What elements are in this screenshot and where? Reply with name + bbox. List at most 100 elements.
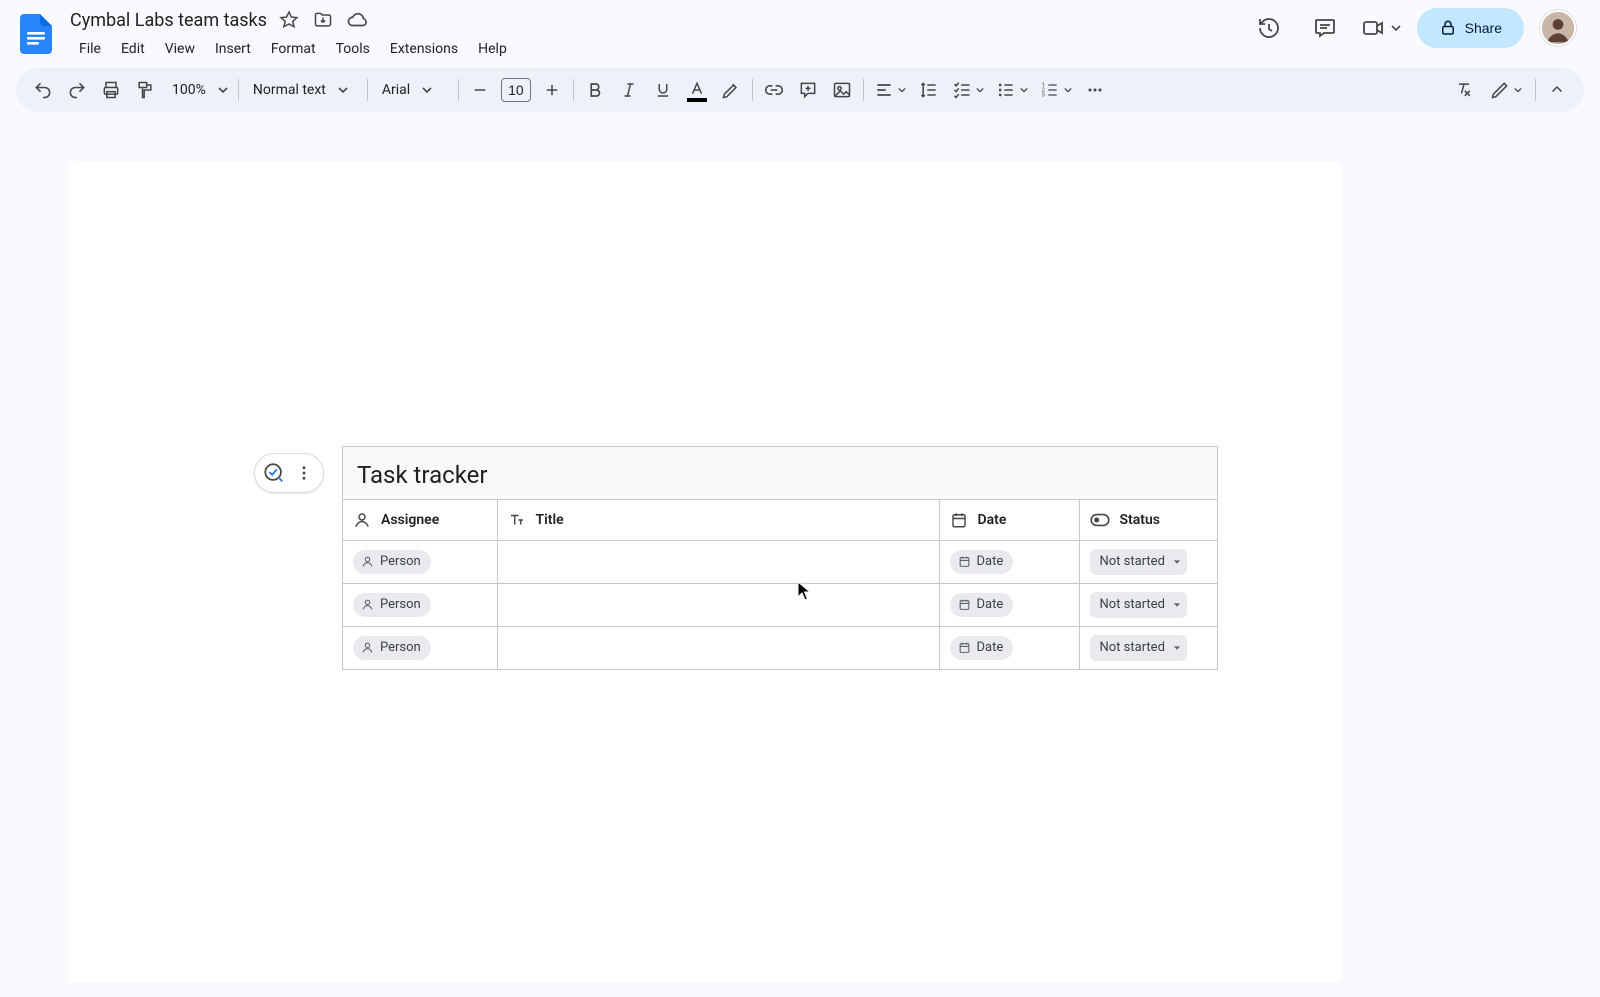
format-toolbar: 100% Normal text Arial 123 [16, 68, 1584, 112]
menu-help[interactable]: Help [469, 37, 516, 61]
chevron-down-icon [1020, 86, 1028, 94]
status-cell[interactable]: Not started [1079, 626, 1217, 669]
date-chip[interactable]: Date [950, 593, 1014, 617]
person-chip[interactable]: Person [353, 593, 431, 617]
title-cell[interactable] [497, 583, 939, 626]
date-chip[interactable]: Date [950, 636, 1014, 660]
chevron-down-icon [338, 85, 348, 95]
block-controls [254, 453, 324, 493]
line-spacing-button[interactable] [912, 73, 946, 107]
document-canvas: Task tracker Assignee Title [0, 112, 1600, 982]
menu-tools[interactable]: Tools [327, 37, 379, 61]
increase-font-size-button[interactable] [535, 73, 569, 107]
menu-insert[interactable]: Insert [206, 37, 260, 61]
comments-icon[interactable] [1305, 8, 1345, 48]
paint-format-button[interactable] [128, 73, 162, 107]
numbered-list-button[interactable]: 123 [1034, 73, 1078, 107]
menu-extensions[interactable]: Extensions [381, 37, 467, 61]
date-cell[interactable]: Date [939, 626, 1079, 669]
column-header-date[interactable]: Date [939, 500, 1079, 540]
status-chip-label: Not started [1100, 640, 1165, 655]
menu-file[interactable]: File [70, 37, 110, 61]
chevron-down-icon [1173, 601, 1181, 609]
paragraph-style-value: Normal text [253, 82, 326, 98]
clear-formatting-button[interactable] [1447, 73, 1481, 107]
column-header-assignee[interactable]: Assignee [343, 500, 497, 540]
chevron-down-icon [898, 86, 906, 94]
bold-button[interactable] [578, 73, 612, 107]
status-cell[interactable]: Not started [1079, 540, 1217, 583]
column-header-title[interactable]: Title [497, 500, 939, 540]
checklist-button[interactable] [946, 73, 990, 107]
title-cell[interactable] [497, 540, 939, 583]
person-chip-label: Person [380, 597, 421, 612]
add-comment-button[interactable] [791, 73, 825, 107]
share-button[interactable]: Share [1417, 8, 1524, 48]
insert-image-button[interactable] [825, 73, 859, 107]
date-chip[interactable]: Date [950, 550, 1014, 574]
chevron-down-icon [1514, 86, 1522, 94]
editing-mode-button[interactable] [1481, 73, 1531, 107]
status-cell[interactable]: Not started [1079, 583, 1217, 626]
lock-icon [1439, 19, 1457, 37]
account-avatar[interactable] [1540, 10, 1576, 46]
status-chip[interactable]: Not started [1090, 549, 1187, 575]
collapse-toolbar-button[interactable] [1540, 73, 1574, 107]
date-cell[interactable]: Date [939, 540, 1079, 583]
insert-link-button[interactable] [757, 73, 791, 107]
move-icon[interactable] [311, 8, 335, 32]
print-button[interactable] [94, 73, 128, 107]
meet-button[interactable] [1361, 8, 1401, 48]
menu-view[interactable]: View [156, 37, 204, 61]
person-chip[interactable]: Person [353, 550, 431, 574]
menu-format[interactable]: Format [262, 37, 325, 61]
font-size-input[interactable] [501, 78, 531, 102]
chevron-down-icon [422, 85, 432, 95]
person-chip[interactable]: Person [353, 636, 431, 660]
date-chip-label: Date [977, 640, 1004, 655]
cloud-status-icon[interactable] [345, 8, 369, 32]
table-row: Person Date Not started [343, 540, 1217, 583]
text-color-button[interactable] [680, 73, 714, 107]
status-chip[interactable]: Not started [1090, 635, 1187, 661]
assignee-cell[interactable]: Person [343, 626, 497, 669]
calendar-icon [958, 555, 971, 568]
bulleted-list-button[interactable] [990, 73, 1034, 107]
menu-edit[interactable]: Edit [112, 37, 154, 61]
assignee-cell[interactable]: Person [343, 540, 497, 583]
zoom-select[interactable]: 100% [162, 73, 234, 107]
title-bar: Cymbal Labs team tasks File Edit View In… [0, 0, 1600, 64]
align-button[interactable] [868, 73, 912, 107]
font-family-select[interactable]: Arial [372, 73, 454, 107]
docs-home-icon[interactable] [16, 10, 56, 58]
document-title[interactable]: Cymbal Labs team tasks [70, 10, 267, 31]
star-icon[interactable] [277, 8, 301, 32]
highlight-color-button[interactable] [714, 73, 748, 107]
status-chip-label: Not started [1100, 597, 1165, 612]
title-cell[interactable] [497, 626, 939, 669]
italic-button[interactable] [612, 73, 646, 107]
date-cell[interactable]: Date [939, 583, 1079, 626]
block-overflow-button[interactable] [289, 458, 319, 488]
person-icon [361, 641, 374, 654]
tracker-title[interactable]: Task tracker [343, 447, 1217, 500]
paragraph-style-select[interactable]: Normal text [243, 73, 363, 107]
page[interactable]: Task tracker Assignee Title [68, 162, 1341, 982]
chevron-down-icon [1173, 644, 1181, 652]
more-formatting-button[interactable] [1078, 73, 1112, 107]
redo-button[interactable] [60, 73, 94, 107]
chevron-down-icon [1391, 23, 1401, 33]
status-icon [1090, 513, 1110, 527]
undo-button[interactable] [26, 73, 60, 107]
underline-button[interactable] [646, 73, 680, 107]
status-chip[interactable]: Not started [1090, 592, 1187, 618]
calendar-icon [958, 641, 971, 654]
menu-bar: File Edit View Insert Format Tools Exten… [70, 34, 516, 64]
smart-chip-insert-button[interactable] [259, 458, 289, 488]
person-icon [353, 511, 371, 529]
assignee-cell[interactable]: Person [343, 583, 497, 626]
decrease-font-size-button[interactable] [463, 73, 497, 107]
column-header-status[interactable]: Status [1079, 500, 1217, 540]
history-icon[interactable] [1249, 8, 1289, 48]
task-tracker-block[interactable]: Task tracker Assignee Title [342, 446, 1218, 670]
